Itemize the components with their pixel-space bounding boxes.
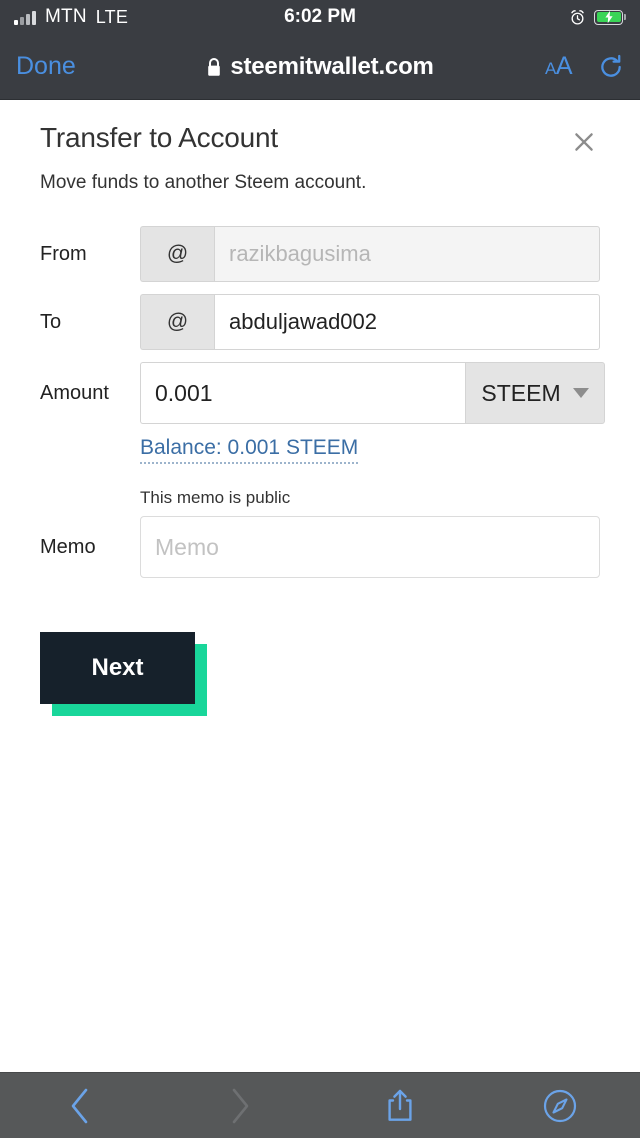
memo-input[interactable] bbox=[140, 516, 600, 578]
signal-bars-icon bbox=[14, 10, 36, 25]
balance-row: Balance: 0.001 STEEM bbox=[40, 436, 600, 464]
status-bar-left: MTN LTE bbox=[14, 6, 320, 28]
amount-row: Amount STEEM bbox=[40, 362, 605, 424]
to-control: @ bbox=[140, 294, 600, 350]
battery-charging-icon bbox=[594, 9, 626, 25]
tabs-button[interactable] bbox=[480, 1089, 640, 1123]
chevron-right-icon bbox=[232, 1088, 249, 1123]
caret-down-icon bbox=[572, 388, 589, 398]
url-bar-actions: AA bbox=[545, 52, 624, 81]
compass-icon bbox=[543, 1089, 577, 1122]
share-icon bbox=[388, 1089, 412, 1121]
balance-link[interactable]: Balance: 0.001 STEEM bbox=[140, 436, 359, 464]
iphone-screen: MTN LTE 6:02 PM Done steemitwallet.com A… bbox=[0, 0, 640, 1138]
to-row: To @ bbox=[40, 294, 600, 350]
carrier-name: MTN bbox=[45, 6, 87, 27]
share-button[interactable] bbox=[320, 1089, 480, 1123]
amount-input[interactable] bbox=[140, 362, 465, 424]
asset-select-value: STEEM bbox=[481, 379, 561, 406]
memo-note-spacer bbox=[40, 488, 140, 508]
asset-select[interactable]: STEEM bbox=[465, 362, 605, 424]
alarm-clock-icon bbox=[571, 9, 584, 25]
close-icon bbox=[575, 133, 593, 151]
reload-icon[interactable] bbox=[598, 54, 624, 80]
text-size-small-a: A bbox=[544, 59, 556, 78]
memo-label: Memo bbox=[40, 535, 96, 558]
memo-public-note: This memo is public bbox=[140, 488, 291, 507]
at-symbol-icon-from: @ bbox=[140, 226, 214, 282]
next-button[interactable]: Next bbox=[40, 632, 195, 704]
from-control: @ bbox=[140, 226, 600, 282]
to-label: To bbox=[40, 310, 62, 333]
text-size-large-a: A bbox=[555, 52, 573, 80]
web-page-content: Transfer to Account Move funds to anothe… bbox=[0, 100, 640, 1072]
ios-status-bar: MTN LTE 6:02 PM bbox=[0, 0, 640, 34]
back-button[interactable] bbox=[0, 1087, 160, 1125]
done-button[interactable]: Done bbox=[16, 52, 76, 81]
forward-button[interactable] bbox=[160, 1087, 320, 1125]
lock-icon bbox=[208, 57, 221, 76]
from-row: From @ bbox=[40, 226, 600, 282]
to-input[interactable] bbox=[214, 294, 600, 350]
text-size-button[interactable]: AA bbox=[544, 52, 573, 81]
from-label: From bbox=[40, 242, 87, 265]
chevron-left-icon bbox=[71, 1088, 88, 1123]
memo-row: Memo bbox=[40, 516, 600, 578]
memo-note-row: This memo is public bbox=[40, 488, 600, 508]
amount-control: STEEM bbox=[140, 362, 605, 424]
submit-area: Next bbox=[40, 632, 600, 704]
balance-spacer bbox=[40, 436, 140, 464]
transfer-form: From @ To @ Amount bbox=[40, 226, 605, 704]
page-subtitle: Move funds to another Steem account. bbox=[40, 172, 367, 193]
at-symbol-icon-to: @ bbox=[140, 294, 214, 350]
network-type: LTE bbox=[95, 6, 129, 27]
safari-url-bar: Done steemitwallet.com AA bbox=[0, 34, 640, 100]
modal-header: Transfer to Account bbox=[40, 100, 600, 158]
amount-label: Amount bbox=[40, 381, 109, 404]
safari-bottom-toolbar bbox=[0, 1072, 640, 1138]
page-title: Transfer to Account bbox=[40, 122, 278, 153]
status-bar-right bbox=[320, 9, 626, 26]
from-input bbox=[214, 226, 600, 282]
close-button[interactable] bbox=[568, 126, 600, 158]
url-text: steemitwallet.com bbox=[230, 52, 434, 80]
